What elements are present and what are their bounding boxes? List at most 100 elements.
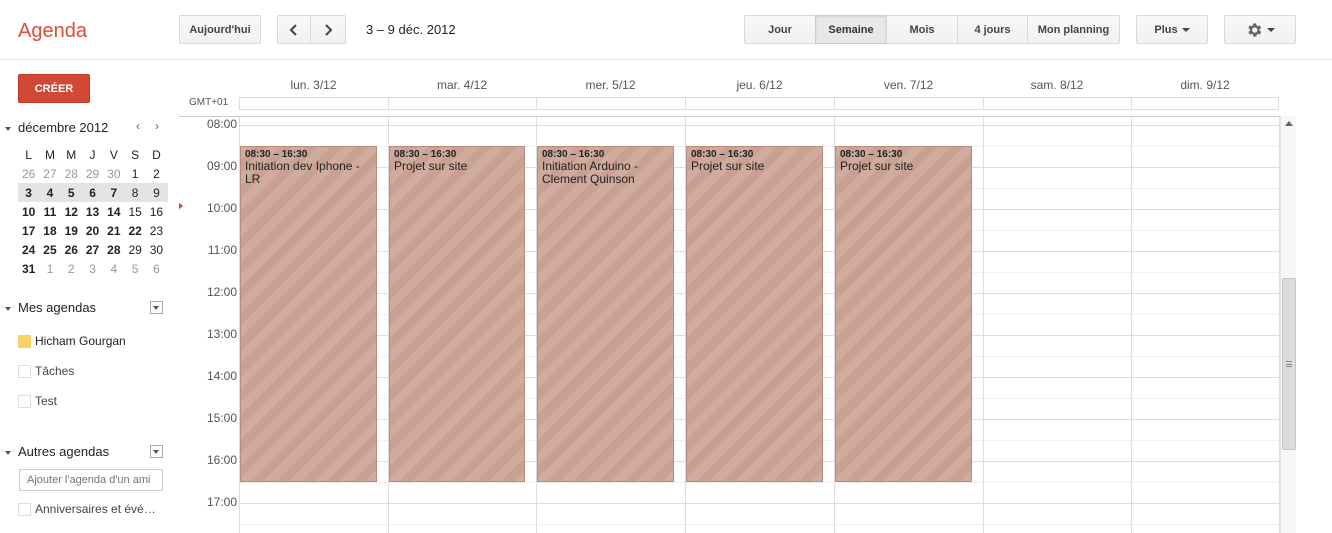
mini-day[interactable]: 16 xyxy=(146,205,167,219)
add-friend-calendar-input[interactable] xyxy=(19,469,163,491)
mini-day[interactable]: 5 xyxy=(124,262,145,276)
calendar-item[interactable]: Anniversaires et évé… xyxy=(18,501,156,517)
mini-day[interactable]: 29 xyxy=(82,167,103,181)
mini-day[interactable]: 23 xyxy=(146,224,167,238)
half-hour-line xyxy=(239,482,1279,483)
mini-day[interactable]: 1 xyxy=(124,167,145,181)
calendar-item[interactable]: Test xyxy=(18,393,57,409)
mini-day[interactable]: 4 xyxy=(103,262,124,276)
time-label: 08:00 xyxy=(206,117,237,131)
calendar-item[interactable]: Hicham Gourgan xyxy=(18,333,126,349)
scroll-up-icon[interactable] xyxy=(1285,121,1293,126)
mini-day[interactable]: 9 xyxy=(146,186,167,200)
mini-day[interactable]: 19 xyxy=(61,224,82,238)
event-block[interactable]: 08:30 – 16:30 Projet sur site xyxy=(686,146,823,482)
mini-day[interactable]: 20 xyxy=(82,224,103,238)
mini-day[interactable]: 28 xyxy=(61,167,82,181)
mini-day[interactable]: 14 xyxy=(103,205,124,219)
color-swatch[interactable] xyxy=(18,502,31,516)
create-event-button[interactable]: CRÉER xyxy=(18,74,90,103)
mini-day[interactable]: 7 xyxy=(103,186,124,200)
more-menu-button[interactable]: Plus xyxy=(1136,15,1208,44)
next-week-button[interactable] xyxy=(310,15,346,44)
time-grid[interactable]: 08:00 09:00 10:00 11:00 12:00 13:00 14:00 15:00… xyxy=(179,116,1296,533)
mini-day[interactable]: 24 xyxy=(18,243,39,257)
mini-day[interactable]: 1 xyxy=(39,262,60,276)
day-header[interactable]: mar. 4/12 xyxy=(388,78,536,92)
mini-day[interactable]: 27 xyxy=(39,167,60,181)
mini-prev-icon[interactable]: ‹ xyxy=(136,119,140,133)
mini-day[interactable]: 3 xyxy=(82,262,103,276)
mini-day[interactable]: 10 xyxy=(18,205,39,219)
mini-day[interactable]: 18 xyxy=(39,224,60,238)
mini-day[interactable]: 30 xyxy=(146,243,167,257)
day-header[interactable]: ven. 7/12 xyxy=(834,78,983,92)
day-column-divider xyxy=(983,117,984,533)
mini-day[interactable]: 15 xyxy=(124,205,145,219)
mini-day[interactable]: 21 xyxy=(103,224,124,238)
event-title: Projet sur site xyxy=(691,159,765,173)
mini-day[interactable]: 8 xyxy=(124,186,145,200)
mini-day[interactable]: 27 xyxy=(82,243,103,257)
scroll-thumb[interactable] xyxy=(1282,278,1296,450)
view-week-button[interactable]: Semaine xyxy=(815,15,887,44)
chevron-left-icon xyxy=(289,23,297,36)
other-calendars-header[interactable]: Autres agendas xyxy=(0,444,170,462)
day-header[interactable]: jeu. 6/12 xyxy=(685,78,834,92)
my-calendars-header[interactable]: Mes agendas xyxy=(0,300,170,318)
view-month-button[interactable]: Mois xyxy=(886,15,958,44)
mini-day[interactable]: 26 xyxy=(18,167,39,181)
calendar-item[interactable]: Tâches xyxy=(18,363,74,379)
dropdown-icon[interactable] xyxy=(150,445,163,458)
collapse-icon[interactable] xyxy=(5,127,11,131)
all-day-divider xyxy=(834,98,835,109)
mini-day[interactable]: 4 xyxy=(39,186,60,200)
dropdown-icon[interactable] xyxy=(150,301,163,314)
day-header[interactable]: dim. 9/12 xyxy=(1131,78,1279,92)
mini-day[interactable]: 25 xyxy=(39,243,60,257)
color-swatch[interactable] xyxy=(18,364,31,378)
today-button[interactable]: Aujourd'hui xyxy=(179,15,261,44)
color-swatch[interactable] xyxy=(18,394,31,408)
calendar-name: Tâches xyxy=(35,364,75,378)
event-block[interactable]: 08:30 – 16:30 Initiation dev Iphone - LR xyxy=(240,146,377,482)
mini-day[interactable]: 29 xyxy=(124,243,145,257)
view-day-button[interactable]: Jour xyxy=(744,15,816,44)
mini-week-row-selected: 3 4 5 6 7 8 9 xyxy=(18,183,168,202)
event-block[interactable]: 08:30 – 16:30 Projet sur site xyxy=(389,146,525,482)
time-label: 15:00 xyxy=(206,411,237,425)
day-header[interactable]: lun. 3/12 xyxy=(239,78,388,92)
mini-day[interactable]: 22 xyxy=(124,224,145,238)
all-day-row[interactable] xyxy=(239,97,1279,110)
event-block[interactable]: 08:30 – 16:30 Projet sur site xyxy=(835,146,972,482)
mini-day[interactable]: 6 xyxy=(82,186,103,200)
mini-day[interactable]: 30 xyxy=(103,167,124,181)
grip-icon xyxy=(1286,361,1292,367)
app-logo[interactable]: Agenda xyxy=(18,20,87,43)
mini-day[interactable]: 3 xyxy=(18,186,39,200)
mini-day[interactable]: 13 xyxy=(82,205,103,219)
view-agenda-button[interactable]: Mon planning xyxy=(1027,15,1120,44)
mini-day[interactable]: 12 xyxy=(61,205,82,219)
mini-day[interactable]: 28 xyxy=(103,243,124,257)
mini-day[interactable]: 31 xyxy=(18,262,39,276)
day-header[interactable]: sam. 8/12 xyxy=(983,78,1131,92)
day-header[interactable]: mer. 5/12 xyxy=(536,78,685,92)
all-day-divider xyxy=(685,98,686,109)
grid-scrollbar[interactable] xyxy=(1280,116,1296,533)
prev-week-button[interactable] xyxy=(277,15,311,44)
mini-day[interactable]: 6 xyxy=(146,262,167,276)
mini-day[interactable]: 17 xyxy=(18,224,39,238)
mini-day[interactable]: 11 xyxy=(39,205,60,219)
color-swatch[interactable] xyxy=(18,334,31,348)
mini-day[interactable]: 5 xyxy=(61,186,82,200)
mini-day[interactable]: 26 xyxy=(61,243,82,257)
mini-day[interactable]: 2 xyxy=(61,262,82,276)
mini-next-icon[interactable]: › xyxy=(155,119,159,133)
view-4days-button[interactable]: 4 jours xyxy=(957,15,1028,44)
mini-week-row: 17 18 19 20 21 22 23 xyxy=(18,221,168,240)
event-block[interactable]: 08:30 – 16:30 Initiation Arduino - Clemen… xyxy=(537,146,674,482)
mini-calendar-title[interactable]: décembre 2012 xyxy=(18,120,108,135)
settings-button[interactable] xyxy=(1224,15,1296,44)
mini-day[interactable]: 2 xyxy=(146,167,167,181)
